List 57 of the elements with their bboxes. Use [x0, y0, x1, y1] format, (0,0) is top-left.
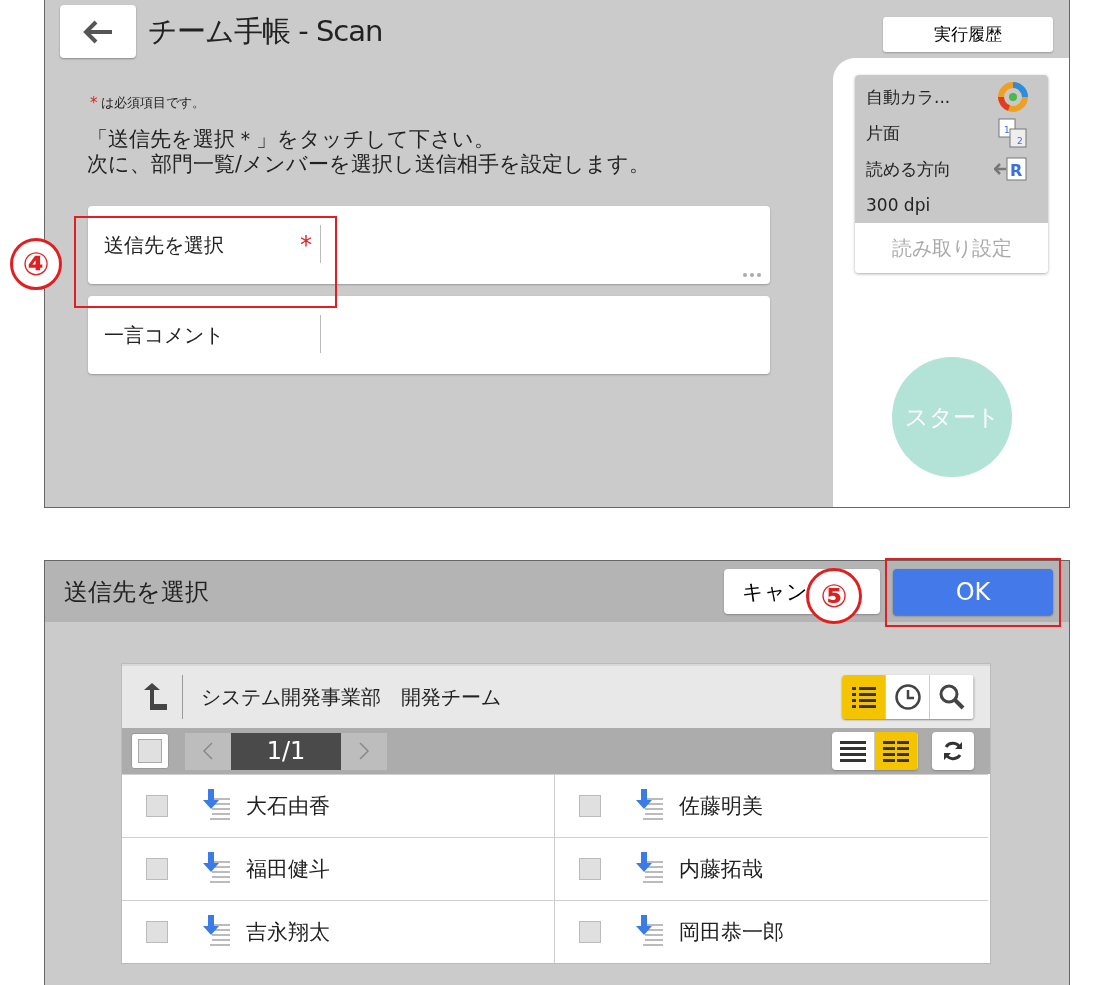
refresh-button[interactable] — [932, 732, 974, 770]
instruction-text: 次に、部門一覧/メンバーを選択し送信相手を設定します。 — [87, 152, 651, 177]
member-checkbox[interactable] — [579, 921, 601, 943]
ok-button[interactable]: OK — [893, 568, 1053, 615]
select-all-checkbox[interactable] — [131, 733, 169, 769]
color-swirl-icon — [998, 82, 1028, 112]
setting-label: 300 dpi — [866, 195, 931, 215]
member-checkbox[interactable] — [579, 858, 601, 880]
member-checkbox[interactable] — [146, 921, 168, 943]
member-name: 福田健斗 — [246, 856, 330, 883]
breadcrumb: システム開発事業部 開発チーム — [201, 683, 502, 711]
member-row[interactable]: 吉永翔太 — [122, 900, 555, 963]
member-checkbox[interactable] — [579, 795, 601, 817]
member-checkbox[interactable] — [146, 858, 168, 880]
chevron-left-icon — [202, 742, 214, 760]
setting-label: 片面 — [866, 121, 900, 145]
history-button[interactable]: 実行履歴 — [883, 17, 1053, 52]
setting-label: 読める方向 — [866, 157, 951, 181]
input-field[interactable]: 送信先を選択 * — [88, 206, 770, 284]
back-arrow-icon — [82, 18, 114, 45]
field-label: 一言コメント — [104, 321, 225, 349]
member-row[interactable]: 大石由香 — [122, 774, 555, 837]
search-tab[interactable] — [930, 675, 974, 719]
screen-title: チーム手帳 - Scan — [148, 12, 383, 50]
member-name: 大石由香 — [246, 793, 330, 820]
more-icon — [742, 272, 762, 278]
instruction-text: 「送信先を選択＊」をタッチして下さい。 — [87, 127, 496, 152]
required-note: は必須項目です。 — [100, 94, 205, 112]
member-name: 岡田恭一郎 — [679, 919, 784, 946]
refresh-icon — [941, 739, 965, 763]
dialog-title: 送信先を選択 — [64, 576, 210, 608]
setting-label: 自動カラ... — [866, 85, 951, 109]
input-field[interactable]: 一言コメント — [88, 296, 770, 374]
member-name: 佐藤明美 — [679, 793, 763, 820]
member-row[interactable]: 福田健斗 — [122, 837, 555, 900]
member-checkbox[interactable] — [146, 795, 168, 817]
member-name: 内藤拓哉 — [679, 856, 763, 883]
member-row[interactable]: 内藤拓哉 — [555, 837, 988, 900]
single-column-tab[interactable] — [832, 732, 875, 770]
history-tab[interactable] — [886, 675, 930, 719]
page-indicator: 1/1 — [231, 732, 341, 770]
list-view-tab[interactable] — [842, 675, 886, 719]
step-callout: ④ — [10, 238, 62, 290]
two-column-tab[interactable] — [875, 732, 918, 770]
member-name: 吉永翔太 — [246, 919, 330, 946]
search-icon — [937, 683, 966, 711]
chevron-right-icon — [358, 742, 370, 760]
member-row[interactable]: 佐藤明美 — [555, 774, 988, 837]
back-button[interactable] — [60, 5, 136, 58]
clock-icon — [893, 683, 922, 711]
field-label: 送信先を選択 — [104, 231, 225, 259]
list-icon — [850, 685, 877, 709]
lines-icon — [839, 739, 867, 763]
required-mark: * — [300, 231, 312, 259]
required-mark: * — [90, 94, 98, 112]
two-column-lines-icon — [882, 739, 910, 763]
member-row[interactable]: 岡田恭一郎 — [555, 900, 988, 963]
